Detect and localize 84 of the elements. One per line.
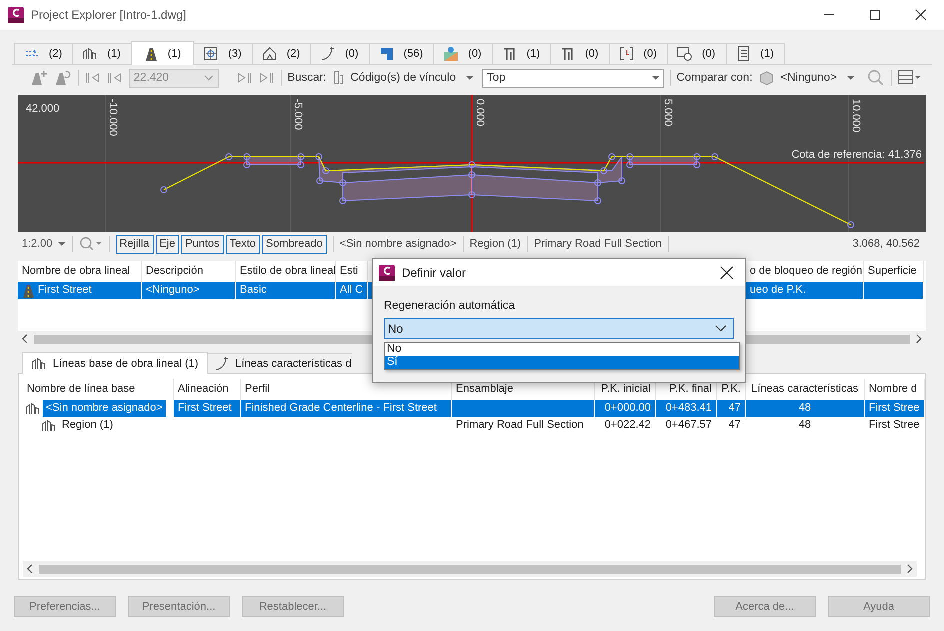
table-cell: 0+467.57	[656, 417, 717, 434]
table-row[interactable]: Region (1)	[59, 417, 116, 434]
display-toggle[interactable]: Eje	[156, 234, 180, 254]
table-cell: 0+483.41	[656, 400, 717, 417]
table-cell: Finished Grade Centerline - First Street	[241, 400, 452, 417]
region-label: Region (1)	[470, 238, 522, 250]
panel-tab[interactable]: Líneas características d	[206, 353, 352, 373]
table-cell: First Stree	[865, 400, 925, 417]
object-tab[interactable]: (1)	[130, 41, 194, 65]
caret-icon	[58, 241, 66, 247]
section-frames-icon	[31, 356, 47, 372]
panel-tab[interactable]: Líneas base de obra lineal (1)	[22, 352, 208, 374]
scrollbar-thumb[interactable]	[39, 564, 901, 574]
table-cell: 0+022.42	[595, 417, 656, 434]
table-cell: Basic	[236, 282, 336, 299]
app-logo-icon	[8, 7, 24, 23]
table-cell: <Ninguno>	[142, 282, 236, 299]
display-toggle[interactable]: Rejilla	[116, 234, 154, 254]
chevron-down-icon	[715, 324, 727, 332]
table-cell-text: First Street	[38, 283, 92, 298]
close-icon[interactable]	[914, 9, 928, 21]
bracket-icon	[618, 46, 635, 62]
display-toggle[interactable]: Puntos	[181, 234, 224, 254]
offset-label: 0.000	[474, 99, 486, 127]
curve-icon	[320, 46, 336, 62]
object-tab[interactable]: (1)	[726, 43, 785, 64]
road-icon	[20, 282, 36, 298]
table-cell: ueo de P.K.	[746, 282, 864, 299]
table-cell: 47	[717, 400, 746, 417]
app-logo-icon	[379, 264, 395, 280]
section-frames-icon	[82, 46, 98, 62]
caret-icon	[466, 75, 474, 81]
maximize-icon[interactable]	[868, 9, 882, 21]
offset-label: -10.000	[107, 99, 119, 136]
object-tab[interactable]: (0)	[433, 43, 493, 64]
map-icon	[443, 46, 460, 62]
caret-icon	[847, 75, 856, 81]
assembly-label: Primary Road Full Section	[534, 238, 662, 250]
table-row[interactable]: First Street	[18, 282, 142, 299]
grid-menu-icon[interactable]	[898, 70, 922, 86]
object-tab[interactable]: (0)	[667, 43, 727, 64]
compare-label: Comparar con:	[676, 72, 753, 84]
baseline-label: <Sin nombre asignado>	[340, 238, 457, 250]
object-tab[interactable]: (2)	[14, 43, 74, 64]
table-cell: 47	[717, 417, 746, 434]
field-label: Regeneración automática	[384, 300, 516, 312]
search-label: Buscar:	[288, 72, 327, 84]
section-frames-icon	[25, 400, 41, 416]
dialog-title: Definir valor	[402, 266, 468, 280]
scale-dropdown[interactable]: 1:2.00	[18, 238, 66, 250]
value-dropdown[interactable]: No	[384, 318, 734, 339]
elevation-label: 42.000	[26, 103, 60, 115]
coordinates-label: 3.068, 40.562	[852, 238, 921, 250]
window-title: Project Explorer [Intro-1.dwg]	[31, 8, 188, 22]
table-cell: 0+000.00	[595, 400, 656, 417]
table-cell: All C	[336, 282, 368, 299]
offset-label: 5.000	[662, 99, 674, 127]
dropdown-option[interactable]: Sí	[385, 356, 739, 369]
display-toggle[interactable]: Texto	[226, 234, 260, 254]
chevron-down-icon	[203, 74, 216, 82]
section-frames-icon	[41, 418, 57, 434]
filter-dropdown[interactable]: Top	[482, 68, 664, 88]
pipe-network-icon	[502, 46, 518, 62]
table-cell: First Stree	[865, 417, 925, 434]
close-icon[interactable]	[720, 266, 734, 280]
offset-label: 10.000	[850, 99, 862, 133]
curve-icon	[214, 356, 230, 372]
offset-label: -5.000	[292, 99, 304, 130]
table-row[interactable]: <Sin nombre asignado>	[43, 400, 166, 417]
document-list-icon	[736, 46, 752, 62]
dropdown-option[interactable]: No	[385, 343, 739, 356]
link-code-dropdown[interactable]: Código(s) de vínculo	[350, 72, 474, 84]
target-icon	[203, 46, 220, 62]
table-cell: 48	[746, 417, 865, 434]
table-cell: 48	[746, 400, 865, 417]
table-cell: Primary Road Full Section	[452, 417, 595, 434]
caret-icon	[652, 75, 660, 81]
display-toggle[interactable]: Sombreado	[262, 234, 327, 254]
table-cell: First Street	[174, 400, 241, 417]
corner-icon	[378, 46, 395, 62]
link-code-icon	[332, 70, 345, 86]
house-icon	[262, 46, 278, 62]
compare-dropdown[interactable]: <Ninguno>	[780, 72, 856, 84]
reference-elevation-label: Cota de referencia: 41.376	[792, 149, 922, 161]
